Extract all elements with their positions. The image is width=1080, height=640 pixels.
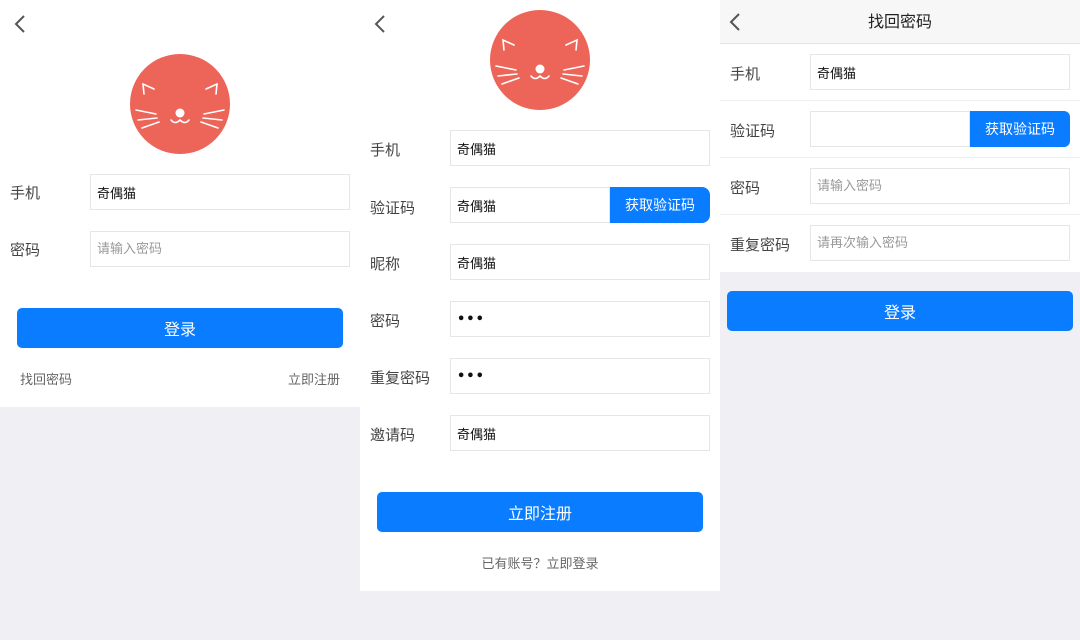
chevron-left-icon [14, 15, 25, 33]
phone-input[interactable] [810, 54, 1070, 90]
get-code-button[interactable]: 获取验证码 [610, 187, 710, 223]
avatar [130, 54, 230, 154]
code-input[interactable] [810, 111, 970, 147]
forgot-password-link[interactable]: 找回密码 [20, 369, 72, 388]
repeat-password-input[interactable] [450, 358, 710, 394]
repeat-password-input[interactable] [810, 225, 1070, 261]
login-button[interactable]: 登录 [727, 291, 1073, 331]
code-input[interactable] [450, 187, 610, 223]
login-link[interactable]: 已有账号？立即登录 [360, 553, 720, 572]
code-label: 验证码 [730, 122, 776, 140]
password-input[interactable] [810, 168, 1070, 204]
get-code-button[interactable]: 获取验证码 [970, 111, 1070, 147]
invite-code-label: 邀请码 [370, 426, 416, 444]
avatar [490, 10, 590, 110]
password-label: 密码 [370, 312, 401, 330]
register-button[interactable]: 立即注册 [377, 492, 703, 532]
password-input[interactable] [450, 301, 710, 337]
register-link[interactable]: 立即注册 [288, 369, 340, 388]
login-screen: 手机 密码 登录 找回密码 立即注册 [0, 0, 360, 407]
repeat-password-label: 重复密码 [370, 369, 431, 387]
recover-password-screen: 找回密码 手机 验证码 获取验证码 密码 重复密码 登录 [720, 0, 1080, 640]
phone-input[interactable] [90, 174, 350, 210]
cat-face-icon [495, 38, 585, 85]
phone-input[interactable] [450, 130, 710, 166]
phone-label: 手机 [10, 184, 41, 202]
nickname-label: 昵称 [370, 255, 401, 273]
password-label: 密码 [10, 241, 41, 259]
back-button[interactable] [365, 9, 395, 39]
login-button[interactable]: 登录 [17, 308, 343, 348]
password-label: 密码 [730, 179, 761, 197]
page-title: 找回密码 [867, 12, 932, 31]
chevron-left-icon [374, 15, 385, 33]
password-input[interactable] [90, 231, 350, 267]
nickname-input[interactable] [450, 244, 710, 280]
back-button[interactable] [5, 9, 35, 39]
chevron-left-icon [729, 13, 740, 31]
code-label: 验证码 [370, 199, 416, 217]
repeat-password-label: 重复密码 [730, 236, 791, 254]
back-button[interactable] [720, 7, 750, 37]
phone-label: 手机 [730, 65, 761, 83]
phone-label: 手机 [370, 141, 401, 159]
cat-face-icon [135, 82, 225, 129]
register-screen: 手机 验证码 获取验证码 昵称 密码 重复密码 邀请码 立即注册 已有账号？立即… [360, 0, 720, 591]
invite-code-input[interactable] [450, 415, 710, 451]
